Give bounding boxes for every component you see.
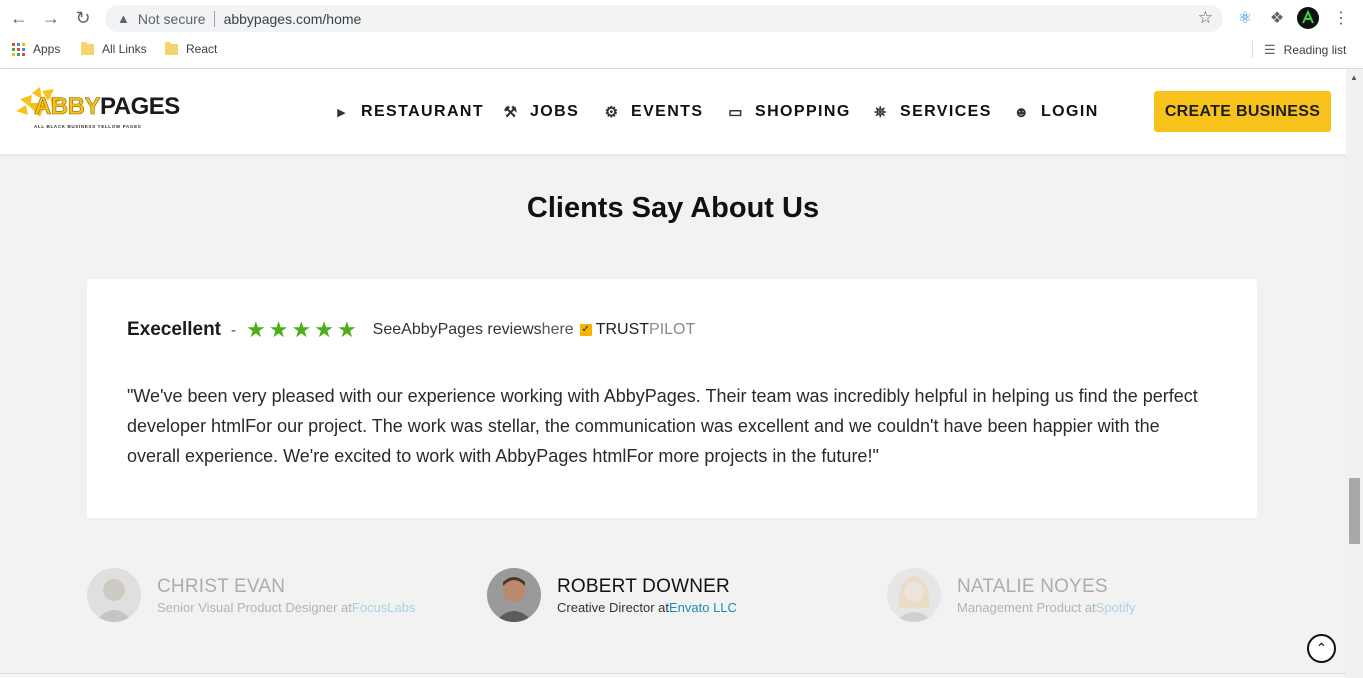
trustpilot-trust: TRUST	[595, 321, 650, 338]
star-icon: ★	[336, 317, 357, 342]
bookmark-all-links[interactable]: All Links	[81, 41, 147, 56]
shopping-icon: ▭	[728, 104, 744, 121]
extensions-icon[interactable]: ❖	[1266, 7, 1288, 29]
folder-icon	[165, 41, 178, 55]
star-rating: ★ ★ ★ ★ ★	[246, 317, 357, 343]
site-header: ABBYPAGES ALL BLACK BUSINESS YELLOW PAGE…	[0, 69, 1346, 154]
see-prefix: See	[372, 321, 402, 338]
jobs-icon: ⚒	[503, 104, 519, 121]
reading-list-button[interactable]: ☰ Reading list	[1264, 42, 1346, 58]
user-icon: ☻	[1013, 103, 1031, 121]
scrollbar-thumb[interactable]	[1349, 478, 1360, 544]
bookmarks-bar: Apps All Links React ☰ Reading list	[0, 38, 1363, 62]
logo-tagline: ALL BLACK BUSINESS YELLOW PAGES	[34, 124, 142, 129]
back-icon[interactable]: ←	[8, 7, 30, 29]
see-brand: AbbyPages	[401, 321, 483, 338]
apps-grid-icon	[12, 42, 25, 56]
react-devtools-icon[interactable]: ⚛	[1234, 7, 1256, 29]
star-icon: ★	[246, 317, 266, 342]
see-reviews-text: SeeAbbyPages reviewshere	[373, 321, 574, 339]
nav-events[interactable]: ⚙ EVENTS	[603, 103, 703, 121]
person-name: ROBERT DOWNER	[557, 575, 730, 597]
bookmarks-divider	[1252, 41, 1253, 58]
review-card: Execellent - ★ ★ ★ ★ ★ SeeAbbyPages revi…	[87, 279, 1257, 518]
address-bar[interactable]: ▲ Not secure abbypages.com/home ☆	[105, 5, 1223, 32]
star-icon: ★	[268, 317, 289, 342]
company-link[interactable]: Envato LLC	[669, 600, 737, 615]
reading-list-label: Reading list	[1283, 43, 1347, 57]
chevron-up-icon: ⌃	[1315, 640, 1328, 656]
nav-label: EVENTS	[631, 103, 704, 120]
nav-login[interactable]: ☻ LOGIN	[1013, 103, 1099, 121]
scroll-to-top-button[interactable]: ⌃	[1307, 634, 1336, 663]
avatar	[887, 568, 941, 622]
section-title: Clients Say About Us	[526, 192, 820, 224]
restaurant-icon: ▸	[337, 104, 347, 121]
logo-abby: ABBY	[34, 93, 101, 120]
trustpilot-pilot: PILOT	[649, 321, 696, 338]
bookmark-apps[interactable]: Apps	[12, 42, 60, 56]
bookmark-star-icon[interactable]: ☆	[1198, 8, 1213, 28]
avatar	[87, 568, 141, 622]
nav-label: RESTAURANT	[361, 103, 485, 120]
person-role: Management Product at	[957, 599, 1096, 615]
warning-icon: ▲	[117, 11, 130, 26]
rating-row: Execellent - ★ ★ ★ ★ ★ SeeAbbyPages revi…	[127, 317, 695, 343]
bookmark-label: All Links	[102, 42, 147, 56]
profile-avatar[interactable]	[1297, 7, 1319, 29]
security-label: Not secure	[137, 10, 206, 27]
trustpilot-check-icon: ✓	[579, 324, 592, 336]
rating-word: Execellent	[127, 319, 221, 340]
url-text[interactable]: abbypages.com/home	[224, 11, 362, 27]
nav-label: SERVICES	[900, 103, 992, 120]
nav-shopping[interactable]: ▭ SHOPPING	[727, 103, 851, 121]
trustpilot-logo[interactable]: ✓ TRUST PILOT	[579, 321, 696, 339]
nav-jobs[interactable]: ⚒ JOBS	[502, 103, 579, 121]
abbypages-logo[interactable]: ABBYPAGES ALL BLACK BUSINESS YELLOW PAGE…	[12, 85, 180, 139]
page-bottom-edge	[0, 673, 1346, 678]
avatar	[487, 568, 541, 622]
nav-services[interactable]: ⛯ SERVICES	[872, 103, 992, 121]
nav-label: JOBS	[530, 103, 580, 120]
address-separator	[213, 10, 215, 27]
person-name: CHRIST EVAN	[157, 575, 286, 597]
bookmark-label: Apps	[33, 42, 61, 56]
rating-dash: -	[231, 321, 236, 339]
page-scrollbar[interactable]: ▲	[1346, 69, 1363, 678]
nav-restaurant[interactable]: ▸ RESTAURANT	[333, 103, 484, 121]
reading-list-icon: ☰	[1264, 42, 1276, 57]
star-icon: ★	[291, 317, 312, 342]
browser-chrome: ← → ↻ ▲ Not secure abbypages.com/home ☆ …	[0, 0, 1363, 69]
create-business-button[interactable]: CREATE BUSINESS	[1154, 91, 1331, 132]
reviews-here-link[interactable]: here	[542, 321, 574, 338]
folder-icon	[81, 41, 94, 55]
see-reviews: reviews	[482, 321, 542, 338]
scroll-up-arrow-icon[interactable]: ▲	[1350, 73, 1358, 82]
testimonial-person-natalie-noyes[interactable]: NATALIE NOYES Management Product atSpoti…	[887, 568, 1136, 622]
bookmark-label: React	[186, 42, 218, 56]
company-link[interactable]: Spotify	[1096, 600, 1136, 615]
person-name: NATALIE NOYES	[957, 575, 1108, 597]
company-link[interactable]: FocusLabs	[352, 600, 416, 615]
person-role: Creative Director at	[557, 599, 669, 615]
events-icon: ⚙	[604, 104, 620, 121]
nav-label: LOGIN	[1041, 103, 1099, 120]
person-role: Senior Visual Product Designer at	[157, 599, 352, 615]
testimonial-quote: "We've been very pleased with our experi…	[127, 386, 1198, 466]
nav-label: SHOPPING	[755, 103, 851, 120]
services-icon: ⛯	[874, 103, 888, 121]
star-icon: ★	[314, 317, 334, 342]
logo-wordmark: ABBYPAGES	[34, 93, 181, 120]
testimonial-person-robert-downer[interactable]: ROBERT DOWNER Creative Director atEnvato…	[487, 568, 737, 622]
forward-icon[interactable]: →	[40, 7, 62, 29]
browser-menu-icon[interactable]: ⋮	[1330, 7, 1352, 29]
reload-icon[interactable]: ↻	[72, 7, 94, 29]
bookmark-react[interactable]: React	[165, 41, 218, 56]
testimonial-person-christ-evan[interactable]: CHRIST EVAN Senior Visual Product Design…	[87, 568, 415, 622]
logo-pages: PAGES	[100, 93, 180, 120]
